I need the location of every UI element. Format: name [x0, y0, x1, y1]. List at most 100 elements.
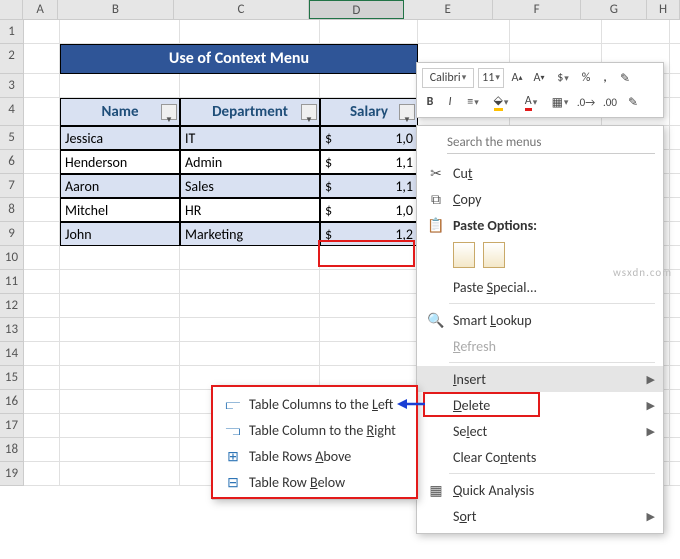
row-header-19[interactable]: 19 [0, 462, 24, 486]
filter-icon[interactable] [399, 104, 415, 120]
col-header-B[interactable]: B [58, 0, 174, 19]
borders-icon[interactable]: ▦ [548, 92, 572, 112]
percent-format-icon[interactable]: % [578, 68, 594, 88]
menu-quick-analysis[interactable]: ▦Quick Analysis [417, 477, 663, 503]
row-header-14[interactable]: 14 [0, 342, 24, 366]
insert-submenu: ⫍Table Columns to the Left⫎Table Column … [212, 386, 417, 500]
cell-dept[interactable]: Admin [180, 150, 320, 174]
row-header-8[interactable]: 8 [0, 198, 24, 222]
column-headers: ABCDEFGH [0, 0, 680, 20]
menu-insert[interactable]: Insert▶ [417, 366, 663, 392]
cell-dept[interactable]: Sales [180, 174, 320, 198]
row-header-10[interactable]: 10 [0, 246, 24, 270]
font-name-select[interactable]: Calibri [422, 68, 474, 88]
table-insert-icon: ⊟ [221, 474, 245, 491]
col-header-C[interactable]: C [174, 0, 309, 19]
menu-select[interactable]: Select▶ [417, 418, 663, 444]
col-header-E[interactable]: E [404, 0, 493, 19]
row-header-1[interactable]: 1 [0, 20, 24, 44]
watermark: wsxdn.com [613, 266, 672, 279]
row-header-5[interactable]: 5 [0, 126, 24, 150]
page-title: Use of Context Menu [60, 44, 418, 74]
cell-salary[interactable]: $1,0 [320, 126, 418, 150]
format-painter-icon[interactable]: ✎ [616, 68, 634, 88]
col-header-D[interactable]: D [309, 0, 404, 19]
menu-cut[interactable]: ✂Cut [417, 160, 663, 186]
table-insert-icon: ⫍ [221, 396, 245, 413]
chevron-right-icon: ▶ [647, 425, 655, 438]
font-size-select[interactable]: 11 [478, 68, 504, 88]
paste-option-icon[interactable] [453, 242, 475, 268]
cell-salary[interactable]: $1,1 [320, 174, 418, 198]
menu-search-input[interactable] [447, 132, 655, 154]
paste-icon: 📋 [425, 217, 447, 234]
paste-option-icon[interactable] [483, 242, 505, 268]
table-insert-icon: ⊞ [221, 448, 245, 465]
row-header-6[interactable]: 6 [0, 150, 24, 174]
font-color-icon[interactable]: A [518, 92, 544, 112]
table-header-department: Department [180, 98, 320, 126]
row-headers: 12345678910111213141516171819 [0, 20, 24, 486]
cell-salary[interactable]: $1,1 [320, 150, 418, 174]
table-header-salary: Salary [320, 98, 418, 126]
decrease-font-icon[interactable]: A▾ [530, 68, 548, 88]
cell-name[interactable]: Jessica [60, 126, 180, 150]
cell-dept[interactable]: HR [180, 198, 320, 222]
row-header-16[interactable]: 16 [0, 390, 24, 414]
bold-button[interactable]: B [422, 92, 438, 112]
chevron-right-icon: ▶ [647, 399, 655, 412]
filter-icon[interactable] [161, 104, 177, 120]
table-insert-icon: ⫎ [221, 422, 245, 439]
align-icon[interactable]: ≡ [462, 92, 484, 112]
submenu-table-row-below[interactable]: ⊟Table Row Below [213, 469, 416, 495]
row-header-11[interactable]: 11 [0, 270, 24, 294]
row-header-7[interactable]: 7 [0, 174, 24, 198]
cell-name[interactable]: Aaron [60, 174, 180, 198]
⧉-icon: ⧉ [425, 191, 447, 208]
context-menu: ✂Cut⧉Copy📋Paste Options:Paste Special...… [416, 125, 664, 534]
menu-copy[interactable]: ⧉Copy [417, 186, 663, 212]
submenu-table-rows-above[interactable]: ⊞Table Rows Above [213, 443, 416, 469]
cell-dept[interactable]: IT [180, 126, 320, 150]
accounting-format-icon[interactable]: $ [552, 68, 574, 88]
row-header-15[interactable]: 15 [0, 366, 24, 390]
✂-icon: ✂ [425, 165, 447, 182]
menu-delete[interactable]: Delete▶ [417, 392, 663, 418]
col-header-A[interactable]: A [23, 0, 58, 19]
col-header-G[interactable]: G [581, 0, 647, 19]
decrease-decimal-icon[interactable]: .00 [600, 92, 620, 112]
increase-font-icon[interactable]: A▴ [508, 68, 526, 88]
mini-toolbar: Calibri 11 A▴ A▾ $ % , ✎ B I ≡ ⬙ A ▦ .0→… [416, 62, 664, 118]
submenu-table-column-to-the-right[interactable]: ⫎Table Column to the Right [213, 417, 416, 443]
menu-sort[interactable]: Sort▶ [417, 503, 663, 529]
submenu-table-columns-to-the-left[interactable]: ⫍Table Columns to the Left [213, 391, 416, 417]
increase-decimal-icon[interactable]: .0→ [576, 92, 596, 112]
cell-salary[interactable]: $1,2 [320, 222, 418, 246]
row-header-18[interactable]: 18 [0, 438, 24, 462]
row-header-13[interactable]: 13 [0, 318, 24, 342]
chevron-right-icon: ▶ [647, 373, 655, 386]
comma-format-icon[interactable]: , [598, 68, 612, 88]
menu-refresh: Refresh [417, 333, 663, 359]
row-header-2[interactable]: 2 [0, 44, 24, 74]
cell-name[interactable]: John [60, 222, 180, 246]
menu-smart-lookup[interactable]: 🔍Smart Lookup [417, 307, 663, 333]
format-icon[interactable]: ✎ [624, 92, 642, 112]
menu-clear-contents[interactable]: Clear Contents [417, 444, 663, 470]
filter-icon[interactable] [301, 104, 317, 120]
▦-icon: ▦ [425, 482, 447, 499]
row-header-17[interactable]: 17 [0, 414, 24, 438]
italic-button[interactable]: I [442, 92, 458, 112]
row-header-12[interactable]: 12 [0, 294, 24, 318]
row-header-3[interactable]: 3 [0, 74, 24, 98]
col-header-F[interactable]: F [493, 0, 582, 19]
row-header-9[interactable]: 9 [0, 222, 24, 246]
cell-salary[interactable]: $1,0 [320, 198, 418, 222]
col-header-H[interactable]: H [647, 0, 680, 19]
🔍-icon: 🔍 [425, 312, 447, 329]
cell-name[interactable]: Henderson [60, 150, 180, 174]
cell-name[interactable]: Mitchel [60, 198, 180, 222]
row-header-4[interactable]: 4 [0, 98, 24, 126]
cell-dept[interactable]: Marketing [180, 222, 320, 246]
fill-color-icon[interactable]: ⬙ [488, 92, 514, 112]
